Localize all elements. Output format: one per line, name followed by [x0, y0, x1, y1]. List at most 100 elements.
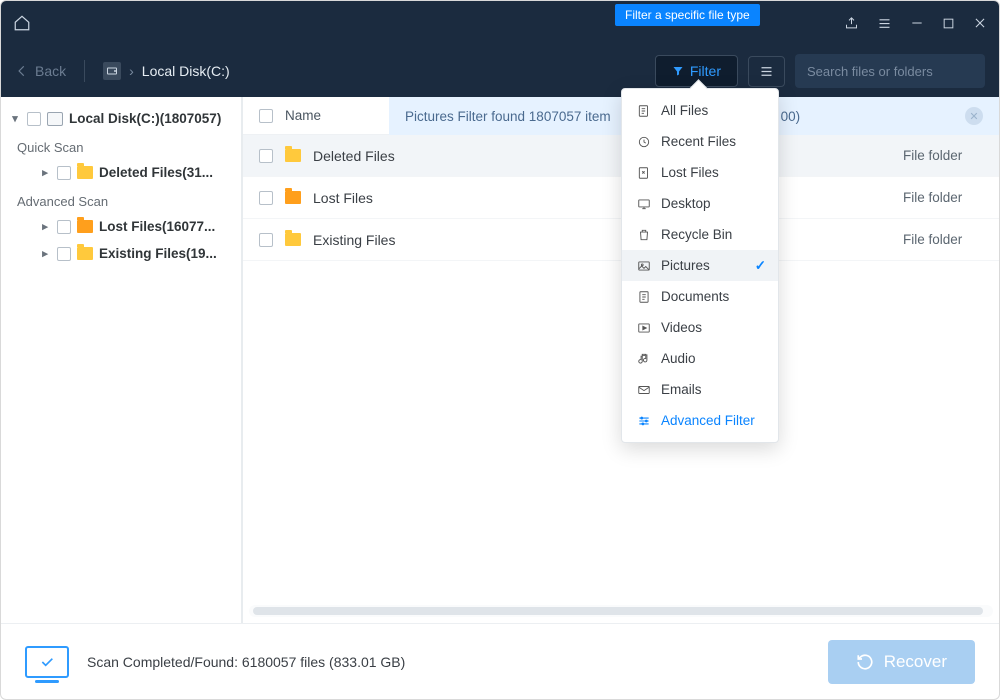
advanced-filter-item[interactable]: Advanced Filter — [622, 405, 778, 436]
horizontal-scrollbar[interactable] — [249, 605, 993, 617]
row-type: File folder — [903, 232, 983, 247]
tree-root-label: Local Disk(C:)(1807057) — [69, 111, 221, 126]
folder-icon — [285, 233, 301, 246]
breadcrumb[interactable]: › Local Disk(C:) — [103, 62, 230, 80]
tree-item-label: Existing Files(19... — [99, 246, 217, 261]
checkbox[interactable] — [259, 191, 273, 205]
toolbar: Back › Local Disk(C:) Filter — [1, 45, 999, 97]
filter-option-label: Emails — [661, 382, 702, 397]
row-name: Deleted Files — [313, 148, 891, 164]
filter-option-label: Recycle Bin — [661, 227, 732, 242]
filter-option-desktop[interactable]: Desktop — [622, 188, 778, 219]
filter-option-label: Lost Files — [661, 165, 719, 180]
filter-option-label: All Files — [661, 103, 708, 118]
tree-item[interactable]: ▸ Deleted Files(31... — [1, 159, 242, 186]
emails-icon — [636, 382, 651, 397]
disk-icon — [47, 112, 63, 126]
search-box[interactable] — [795, 54, 985, 88]
row-type: File folder — [903, 148, 983, 163]
filter-option-audio[interactable]: Audio — [622, 343, 778, 374]
select-all-checkbox[interactable] — [259, 109, 273, 123]
status-bar: Scan Completed/Found: 6180057 files (833… — [1, 623, 999, 699]
filter-dropdown: All Files Recent Files Lost Files Deskto… — [621, 88, 779, 443]
check-icon: ✓ — [755, 258, 766, 274]
tree-group-label: Advanced Scan — [1, 186, 242, 213]
checkbox[interactable] — [57, 220, 71, 234]
filter-option-label: Audio — [661, 351, 696, 366]
folder-icon — [285, 191, 301, 204]
back-button[interactable]: Back — [15, 63, 66, 79]
filter-option-label: Pictures — [661, 258, 710, 273]
filter-option-emails[interactable]: Emails — [622, 374, 778, 405]
chevron-right-icon[interactable]: ▸ — [39, 220, 51, 233]
recover-label: Recover — [884, 652, 947, 672]
view-mode-button[interactable] — [748, 56, 785, 87]
checkbox[interactable] — [259, 233, 273, 247]
folder-icon — [77, 220, 93, 233]
banner-tail: 00) — [781, 109, 801, 124]
recent-icon — [636, 134, 651, 149]
tree-item-label: Lost Files(16077... — [99, 219, 215, 234]
banner-text: Pictures Filter found 1807057 item — [405, 109, 611, 124]
column-name[interactable]: Name — [285, 108, 321, 123]
lost-icon — [636, 165, 651, 180]
tree-group-label: Quick Scan — [1, 132, 242, 159]
folder-icon — [77, 247, 93, 260]
filter-tooltip: Filter a specific file type — [615, 4, 760, 26]
desktop-icon — [636, 196, 651, 211]
status-text: Scan Completed/Found: 6180057 files (833… — [87, 654, 405, 670]
filter-option-pictures[interactable]: Pictures ✓ — [622, 250, 778, 281]
title-bar — [1, 1, 999, 45]
filter-option-recent[interactable]: Recent Files — [622, 126, 778, 157]
tree-item-label: Deleted Files(31... — [99, 165, 213, 180]
folder-icon — [77, 166, 93, 179]
filter-option-docs[interactable]: Documents — [622, 281, 778, 312]
sliders-icon — [636, 413, 651, 428]
maximize-button[interactable] — [942, 17, 955, 30]
audio-icon — [636, 351, 651, 366]
tree-item[interactable]: ▸ Lost Files(16077... — [1, 213, 242, 240]
filter-label: Filter — [690, 63, 721, 79]
chevron-right-icon[interactable]: ▸ — [39, 166, 51, 179]
toolbar-separator — [84, 60, 85, 82]
pictures-icon — [636, 258, 651, 273]
close-button[interactable] — [973, 16, 987, 30]
menu-icon[interactable] — [877, 16, 892, 31]
tree-root[interactable]: ▾ Local Disk(C:)(1807057) — [1, 105, 242, 132]
filter-option-label: Documents — [661, 289, 729, 304]
docs-icon — [636, 289, 651, 304]
chevron-down-icon[interactable]: ▾ — [9, 112, 21, 125]
checkbox[interactable] — [57, 247, 71, 261]
filter-option-lost[interactable]: Lost Files — [622, 157, 778, 188]
filter-option-videos[interactable]: Videos — [622, 312, 778, 343]
checkbox[interactable] — [27, 112, 41, 126]
search-input[interactable] — [807, 64, 983, 79]
scrollbar-thumb[interactable] — [253, 607, 983, 615]
all-icon — [636, 103, 651, 118]
checkbox[interactable] — [57, 166, 71, 180]
folder-icon — [285, 149, 301, 162]
chevron-right-icon[interactable]: ▸ — [39, 247, 51, 260]
filter-option-all[interactable]: All Files — [622, 95, 778, 126]
tree-item[interactable]: ▸ Existing Files(19... — [1, 240, 242, 267]
minimize-button[interactable] — [910, 16, 924, 30]
recover-button[interactable]: Recover — [828, 640, 975, 684]
breadcrumb-label: Local Disk(C:) — [142, 63, 230, 79]
scan-complete-icon — [25, 646, 69, 678]
home-icon[interactable] — [13, 14, 31, 32]
videos-icon — [636, 320, 651, 335]
banner-close-icon[interactable]: ✕ — [965, 107, 983, 125]
sidebar: ▾ Local Disk(C:)(1807057) Quick Scan▸ De… — [1, 97, 243, 623]
recycle-icon — [636, 227, 651, 242]
row-name: Lost Files — [313, 190, 891, 206]
share-icon[interactable] — [844, 16, 859, 31]
filter-option-label: Desktop — [661, 196, 711, 211]
filter-option-label: Videos — [661, 320, 702, 335]
checkbox[interactable] — [259, 149, 273, 163]
filter-option-label: Recent Files — [661, 134, 736, 149]
row-name: Existing Files — [313, 232, 891, 248]
filter-option-recycle[interactable]: Recycle Bin — [622, 219, 778, 250]
back-label: Back — [35, 63, 66, 79]
disk-icon — [103, 62, 121, 80]
row-type: File folder — [903, 190, 983, 205]
